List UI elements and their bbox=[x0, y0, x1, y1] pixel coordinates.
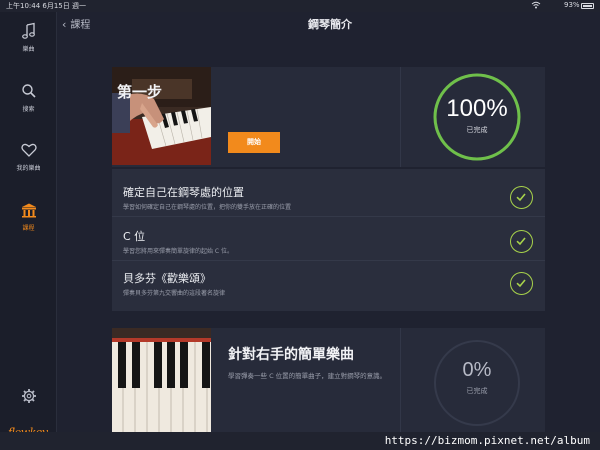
wifi-icon bbox=[531, 1, 541, 9]
progress-percent: 0% bbox=[462, 359, 492, 381]
list-item[interactable]: 確定自己在鋼琴處的位置 學習如何確定自己在鋼琴處的位置，把你的雙手放在正確的位置 bbox=[112, 171, 545, 217]
battery-percent: 93% bbox=[564, 1, 580, 9]
progress-ring-empty: 0% 已完成 bbox=[431, 337, 523, 429]
check-circle-icon bbox=[510, 272, 533, 295]
step-title: C 位 bbox=[123, 230, 146, 243]
progress-ring-graphic bbox=[433, 339, 521, 427]
step-description: 學習如何確定自己在鋼琴處的位置，把你的雙手放在正確的位置 bbox=[123, 204, 292, 211]
sidebar: 樂曲 搜索 我的樂曲 課程 bbox=[0, 12, 57, 450]
progress-label: 已完成 bbox=[466, 126, 488, 134]
lesson-description: 學習彈奏一些 C 位置的簡單曲子，建立對鋼琴的意識。 bbox=[228, 372, 387, 380]
sidebar-item-label: 搜索 bbox=[22, 106, 35, 113]
sidebar-item-my-songs[interactable]: 我的樂曲 bbox=[0, 141, 57, 185]
heart-icon bbox=[20, 143, 37, 157]
sidebar-item-label: 我的樂曲 bbox=[16, 165, 41, 172]
sidebar-item-search[interactable]: 搜索 bbox=[0, 82, 57, 126]
lesson-title: 第一步 bbox=[117, 83, 163, 101]
sidebar-item-label: 樂曲 bbox=[22, 46, 35, 53]
progress-percent: 100% bbox=[446, 95, 508, 122]
list-item[interactable]: C 位 學習您將用來彈奏簡單旋律的起始 C 位。 bbox=[112, 215, 545, 261]
progress-ring-complete: 100% 已完成 bbox=[431, 71, 523, 163]
step-title: 確定自己在鋼琴處的位置 bbox=[123, 186, 244, 199]
status-time: 上午10:44 6月15日 週一 bbox=[6, 2, 86, 10]
check-circle-icon bbox=[510, 186, 533, 209]
sidebar-item-label: 課程 bbox=[22, 225, 35, 232]
status-bar: 上午10:44 6月15日 週一 93% bbox=[0, 0, 600, 12]
card-divider bbox=[400, 67, 401, 167]
card-divider bbox=[400, 328, 401, 438]
search-icon bbox=[21, 84, 36, 98]
lesson-thumbnail bbox=[112, 328, 211, 438]
step-description: 彈奏貝多芬第九交響曲的這段著名旋律 bbox=[123, 290, 226, 297]
battery-icon bbox=[581, 3, 594, 9]
course-icon bbox=[21, 203, 36, 218]
page-title: 鋼琴簡介 bbox=[308, 18, 352, 31]
list-item[interactable]: 貝多芬《歡樂頌》 彈奏貝多芬第九交響曲的這段著名旋律 bbox=[112, 257, 545, 303]
step-title: 貝多芬《歡樂頌》 bbox=[123, 272, 211, 285]
gear-icon[interactable] bbox=[21, 388, 37, 404]
sidebar-item-courses[interactable]: 課程 bbox=[0, 201, 57, 245]
start-button[interactable]: 開始 bbox=[228, 132, 280, 153]
watermark-url: https://bizmom.pixnet.net/album bbox=[0, 432, 600, 450]
progress-label: 已完成 bbox=[466, 387, 488, 395]
step-description: 學習您將用來彈奏簡單旋律的起始 C 位。 bbox=[123, 248, 234, 255]
lesson-title: 針對右手的簡單樂曲 bbox=[228, 347, 354, 363]
check-circle-icon bbox=[510, 230, 533, 253]
